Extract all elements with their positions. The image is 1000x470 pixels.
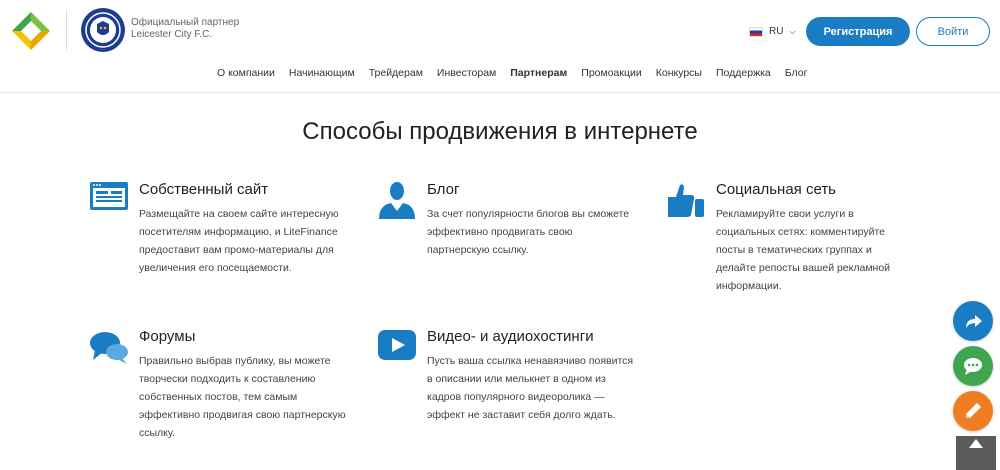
play-icon bbox=[378, 330, 416, 360]
feature-text: Пусть ваша ссылка ненавязчиво появится в… bbox=[427, 355, 634, 421]
header-divider bbox=[66, 10, 67, 50]
feature-text: Рекламируйте свои услуги в социальных се… bbox=[716, 208, 891, 292]
chat-icon bbox=[964, 358, 982, 375]
language-label: RU bbox=[769, 26, 784, 37]
feature-title: Блог bbox=[427, 181, 460, 198]
nav-item-contests[interactable]: Конкурсы bbox=[656, 67, 702, 79]
feature-title: Форумы bbox=[139, 328, 196, 345]
page-title: Способы продвижения в интернете bbox=[302, 118, 698, 145]
write-button[interactable] bbox=[953, 391, 993, 431]
nav-item-beginners[interactable]: Начинающим bbox=[289, 67, 355, 79]
nav-item-partners[interactable]: Партнерам bbox=[510, 67, 567, 79]
nav-item-traders[interactable]: Трейдерам bbox=[369, 67, 423, 79]
russia-flag-icon bbox=[749, 26, 763, 37]
nav-item-promotions[interactable]: Промоакции bbox=[581, 67, 641, 79]
partner-line-2: Leicester City F.C. bbox=[131, 29, 213, 40]
blogger-icon bbox=[379, 182, 415, 219]
litefinance-logo-icon[interactable] bbox=[8, 8, 54, 54]
language-selector[interactable]: RU ⌵ bbox=[749, 26, 796, 37]
header: Официальный партнер Leicester City F.C. … bbox=[0, 0, 1000, 93]
leicester-crest-icon bbox=[81, 8, 125, 52]
nav-item-investors[interactable]: Инвесторам bbox=[437, 67, 496, 79]
share-arrow-icon bbox=[966, 315, 982, 328]
share-button[interactable] bbox=[953, 301, 993, 341]
website-icon bbox=[90, 182, 128, 210]
chevron-down-icon: ⌵ bbox=[789, 26, 796, 36]
scroll-to-top-button[interactable] bbox=[956, 436, 996, 470]
nav-item-blog[interactable]: Блог bbox=[785, 67, 808, 79]
nav-item-support[interactable]: Поддержка bbox=[716, 67, 771, 79]
feature-title: Социальная сеть bbox=[716, 181, 836, 198]
nav-item-about[interactable]: О компании bbox=[217, 67, 275, 79]
feature-title: Собственный сайт bbox=[139, 181, 269, 198]
login-button[interactable]: Войти bbox=[916, 17, 990, 46]
feature-text: Размещайте на своем сайте интересную пос… bbox=[139, 208, 339, 274]
partner-line-1: Официальный партнер bbox=[131, 17, 240, 28]
main-nav: О компании Начинающим Трейдерам Инвестор… bbox=[217, 67, 807, 79]
partner-text: Официальный партнер Leicester City F.C. bbox=[131, 17, 239, 41]
chevron-up-icon bbox=[969, 439, 983, 448]
chat-bubbles-icon bbox=[90, 332, 128, 364]
feature-text: Правильно выбрав публику, вы можете твор… bbox=[139, 355, 346, 439]
chat-button[interactable] bbox=[953, 346, 993, 386]
feature-text: За счет популярности блогов вы сможете э… bbox=[427, 208, 630, 256]
feature-title: Видео- и аудиохостинги bbox=[427, 328, 594, 345]
thumbs-up-icon bbox=[668, 184, 704, 217]
register-button[interactable]: Регистрация bbox=[806, 17, 910, 46]
pencil-icon bbox=[966, 403, 981, 418]
